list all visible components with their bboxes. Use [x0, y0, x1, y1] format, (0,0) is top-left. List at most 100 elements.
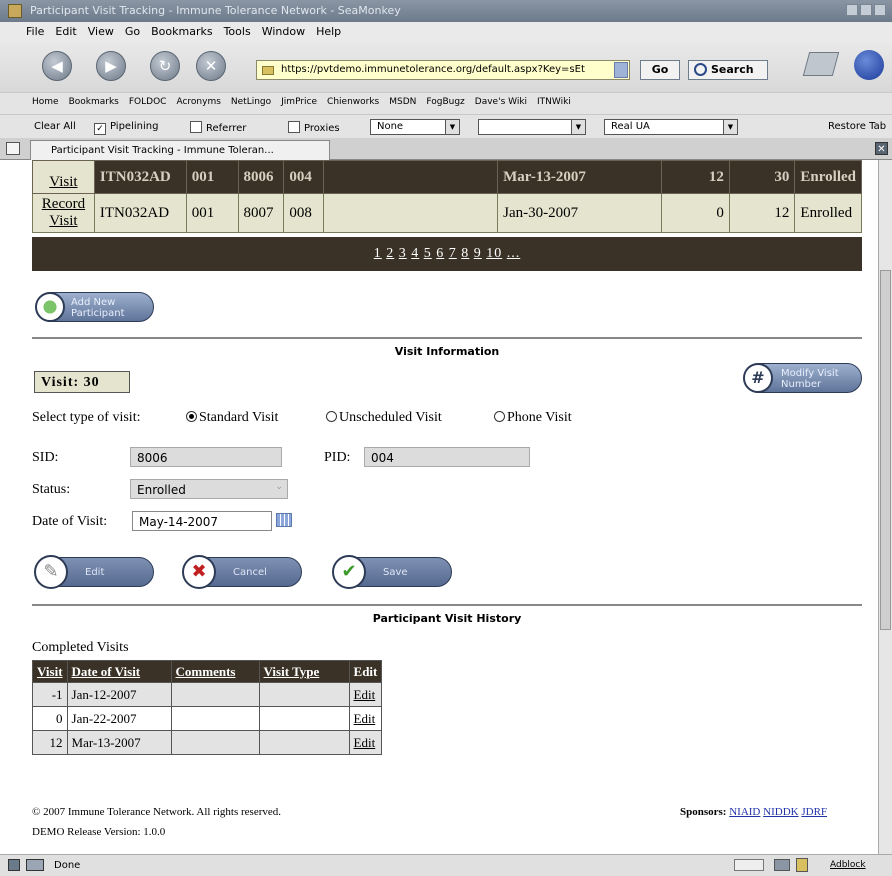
bookmark-chienworks[interactable]: Chienworks [327, 97, 379, 114]
scrollbar-thumb[interactable] [880, 270, 891, 630]
bookmark-jimprice[interactable]: JimPrice [281, 97, 317, 114]
page-link[interactable]: 2 [386, 246, 394, 261]
table-row: -1 Jan-12-2007 Edit [32, 682, 383, 707]
window-title: Participant Visit Tracking - Immune Tole… [30, 4, 401, 17]
column-header-date[interactable]: Date of Visit [66, 660, 172, 683]
pid-field[interactable]: 004 [364, 447, 530, 467]
add-participant-button[interactable]: Add New Participant [35, 292, 154, 322]
column-header-visit[interactable]: Visit [32, 660, 68, 683]
maximize-button[interactable] [860, 4, 872, 16]
page-link[interactable]: 4 [411, 246, 419, 261]
record-visit-link[interactable]: Record Visit [32, 193, 95, 233]
stop-icon[interactable]: ✕ [196, 51, 226, 81]
menu-file[interactable]: File [26, 25, 44, 42]
page-link[interactable]: ... [507, 246, 521, 261]
copyright-text: © 2007 Immune Tolerance Network. All rig… [32, 806, 282, 818]
close-tab-icon[interactable]: ✕ [875, 142, 888, 155]
menu-window[interactable]: Window [262, 25, 305, 42]
count-cell: 0 [661, 193, 730, 233]
page-link[interactable]: 3 [399, 246, 407, 261]
bookmark-foldoc[interactable]: FOLDOC [129, 97, 167, 114]
divider [32, 604, 862, 606]
pipelining-toggle[interactable]: ✓ Pipelining [94, 121, 158, 135]
reload-icon[interactable]: ↻ [150, 51, 180, 81]
close-window-button[interactable] [874, 4, 886, 16]
menu-tools[interactable]: Tools [224, 25, 251, 42]
back-icon[interactable]: ◀ [42, 51, 72, 81]
radio-phone-visit[interactable]: Phone Visit [494, 410, 572, 426]
page-link[interactable]: 5 [424, 246, 432, 261]
url-field[interactable]: https://pvtdemo.immunetolerance.org/defa… [256, 60, 630, 80]
visit-cell: 0 [32, 706, 68, 731]
referrer-toggle[interactable]: Referrer [190, 121, 246, 134]
sid-field[interactable]: 8006 [130, 447, 282, 467]
date-cell: Mar-13-2007 [497, 160, 663, 194]
sponsor-link-niddk[interactable]: NIDDK [763, 806, 798, 818]
useragent-select[interactable]: Real UA ▼ [604, 119, 738, 135]
vertical-scrollbar[interactable] [878, 160, 892, 854]
calendar-icon[interactable] [276, 513, 292, 527]
search-button[interactable]: Search [688, 60, 768, 80]
save-button[interactable]: ✔ Save [332, 555, 452, 589]
sponsor-link-jdrf[interactable]: JDRF [801, 806, 827, 818]
clear-all-button[interactable]: Clear All [34, 121, 76, 132]
edit-link[interactable]: Edit [348, 682, 383, 707]
restore-tab-button[interactable]: Restore Tab [828, 121, 886, 132]
bookmark-acronyms[interactable]: Acronyms [176, 97, 220, 114]
cancel-button[interactable]: ✖ Cancel [182, 555, 302, 589]
page-link[interactable]: 8 [461, 246, 469, 261]
window-titlebar: Participant Visit Tracking - Immune Tole… [0, 0, 892, 22]
page-link[interactable]: 10 [486, 246, 502, 261]
sponsor-link-niaid[interactable]: NIAID [729, 806, 760, 818]
column-header-comments[interactable]: Comments [170, 660, 260, 683]
record-visit-link[interactable]: Visit [32, 160, 95, 194]
status-panel-icon[interactable] [8, 859, 20, 871]
bookmark-fogbugz[interactable]: FogBugz [426, 97, 464, 114]
bookmark-bookmarks[interactable]: Bookmarks [69, 97, 119, 114]
blank-select[interactable]: ▼ [478, 119, 586, 135]
radio-label: Unscheduled Visit [339, 410, 442, 425]
throbber-icon[interactable] [854, 50, 884, 80]
new-tab-icon[interactable] [6, 142, 20, 155]
bookmark-home[interactable]: Home [32, 97, 59, 114]
page-link[interactable]: 7 [449, 246, 457, 261]
status-select[interactable]: Enrolled ⌄ [130, 479, 288, 499]
bookmark-itnwiki[interactable]: ITNWiki [537, 97, 571, 114]
adblock-label[interactable]: Adblock [830, 860, 866, 870]
hash-icon: # [743, 363, 773, 393]
page-link[interactable]: 6 [436, 246, 444, 261]
modify-visit-number-button[interactable]: # Modify Visit Number [743, 363, 862, 393]
edit-link[interactable]: Edit [348, 730, 383, 755]
visit-type-label: Select type of visit: [32, 410, 141, 425]
page-link[interactable]: 1 [374, 246, 382, 261]
menu-help[interactable]: Help [316, 25, 341, 42]
visit-cell: -1 [32, 682, 68, 707]
menu-edit[interactable]: Edit [55, 25, 76, 42]
forward-icon[interactable]: ▶ [96, 51, 126, 81]
menu-go[interactable]: Go [125, 25, 140, 42]
minimize-button[interactable] [846, 4, 858, 16]
page-link[interactable]: 9 [474, 246, 482, 261]
menu-view[interactable]: View [88, 25, 114, 42]
radio-unscheduled-visit[interactable]: Unscheduled Visit [326, 410, 442, 426]
proxy-select-value: None [377, 121, 404, 132]
radio-standard-visit[interactable]: Standard Visit [186, 410, 278, 426]
edit-button[interactable]: ✎ Edit [34, 555, 154, 589]
tab-participant-visit-tracking[interactable]: Participant Visit Tracking - Immune Tole… [30, 140, 330, 160]
print-icon[interactable] [802, 52, 840, 76]
date-of-visit-field[interactable]: May-14-2007 [132, 511, 272, 531]
go-button[interactable]: Go [640, 60, 680, 80]
proxies-toggle[interactable]: Proxies [288, 121, 340, 134]
edit-link[interactable]: Edit [348, 706, 383, 731]
visit-number: 30 [83, 375, 100, 390]
bookmark-msdn[interactable]: MSDN [389, 97, 416, 114]
visit-type-cell [258, 706, 350, 731]
column-header-visit-type[interactable]: Visit Type [258, 660, 350, 683]
menu-bookmarks[interactable]: Bookmarks [151, 25, 212, 42]
site-cell: 001 [185, 160, 239, 194]
proxy-select[interactable]: None ▼ [370, 119, 460, 135]
url-dropdown-icon[interactable] [614, 62, 628, 78]
bookmark-daves-wiki[interactable]: Dave's Wiki [475, 97, 527, 114]
count-cell: 30 [728, 160, 796, 194]
bookmark-netlingo[interactable]: NetLingo [231, 97, 271, 114]
